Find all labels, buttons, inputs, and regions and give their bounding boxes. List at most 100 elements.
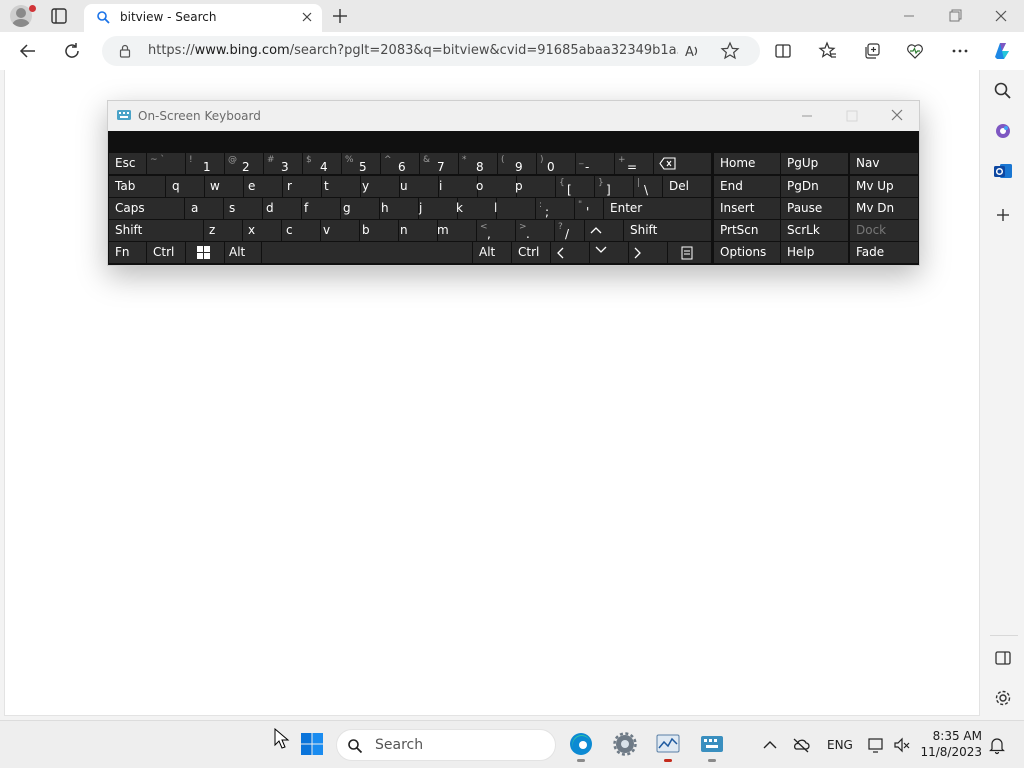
key-tab[interactable]: Tab: [109, 176, 165, 197]
key-g[interactable]: g: [341, 198, 379, 219]
key-arrow-left[interactable]: [551, 242, 589, 263]
close-window-icon[interactable]: [987, 4, 1015, 28]
key-bracket-right[interactable]: }]: [595, 176, 633, 197]
on-screen-keyboard-taskbar-icon[interactable]: [699, 731, 725, 757]
tab-bitview-search[interactable]: bitview - Search: [84, 4, 322, 32]
sidebar-settings-icon[interactable]: [992, 687, 1014, 709]
key-n[interactable]: n: [399, 220, 437, 241]
collections-icon[interactable]: [862, 41, 882, 61]
key-w[interactable]: w: [205, 176, 243, 197]
osk-close-icon[interactable]: [886, 106, 908, 126]
key-9[interactable]: (9: [498, 153, 536, 174]
key-k[interactable]: k: [456, 198, 496, 219]
tab-actions-icon[interactable]: [48, 6, 70, 26]
new-tab-icon[interactable]: [330, 6, 350, 26]
minimize-icon[interactable]: [896, 4, 924, 28]
key-v[interactable]: v: [321, 220, 359, 241]
key-m[interactable]: m: [437, 220, 476, 241]
key-space[interactable]: [262, 242, 472, 263]
key-5[interactable]: % 5: [342, 153, 380, 174]
key-mvup[interactable]: Mv Up: [850, 176, 918, 197]
key-y[interactable]: y: [361, 176, 399, 197]
key-end[interactable]: End: [714, 176, 780, 197]
key-pgdn[interactable]: PgDn: [781, 176, 848, 197]
key-d[interactable]: d: [263, 198, 301, 219]
key-caps[interactable]: Caps: [109, 198, 184, 219]
clock-date[interactable]: 11/8/2023: [918, 745, 982, 759]
key-fade[interactable]: Fade: [850, 242, 918, 263]
key-arrow-up[interactable]: [585, 220, 623, 241]
key-ctrl-right[interactable]: Ctrl: [512, 242, 550, 263]
key-0[interactable]: ) 0: [537, 153, 575, 174]
sidebar-search-icon[interactable]: [992, 80, 1014, 102]
key-t[interactable]: t: [322, 176, 360, 197]
sidebar-outlook-icon[interactable]: [992, 160, 1014, 182]
key-semicolon[interactable]: :;: [536, 198, 574, 219]
key-j[interactable]: j: [419, 198, 457, 219]
taskbar-search-box[interactable]: Search: [336, 729, 556, 761]
osk-minimize-icon[interactable]: [796, 106, 818, 126]
favorites-icon[interactable]: [818, 41, 838, 61]
key-4[interactable]: $4: [303, 153, 341, 174]
key-quote[interactable]: " ': [575, 198, 603, 219]
key-home[interactable]: Home: [714, 153, 780, 174]
key-1[interactable]: ! 1: [186, 153, 224, 174]
key-l[interactable]: l: [494, 198, 535, 219]
split-screen-icon[interactable]: [773, 41, 793, 61]
notifications-bell-icon[interactable]: [987, 735, 1007, 755]
key-options[interactable]: Options: [714, 242, 780, 263]
sidebar-copilot-icon[interactable]: [992, 120, 1014, 142]
clock-time[interactable]: 8:35 AM: [930, 729, 982, 743]
key-esc[interactable]: Esc: [109, 153, 146, 174]
key-a[interactable]: a: [185, 198, 223, 219]
address-bar[interactable]: https://www.bing.com/search?pglt=2083&q=…: [102, 36, 760, 66]
key-help[interactable]: Help: [781, 242, 848, 263]
tab-close-icon[interactable]: [300, 10, 314, 24]
copilot-icon[interactable]: [990, 39, 1014, 63]
key-x[interactable]: x: [243, 220, 281, 241]
key-backslash[interactable]: | \: [634, 176, 662, 197]
key-shift-left[interactable]: Shift: [109, 220, 203, 241]
key-fn[interactable]: Fn: [109, 242, 146, 263]
back-icon[interactable]: [18, 41, 38, 61]
key-menu[interactable]: [668, 242, 711, 263]
key-insert[interactable]: Insert: [714, 198, 780, 219]
key-r[interactable]: r: [283, 176, 321, 197]
key-scrlk[interactable]: ScrLk: [781, 220, 848, 241]
key-mvdn[interactable]: Mv Dn: [850, 198, 918, 219]
key-2[interactable]: @2: [225, 153, 263, 174]
key-prtscn[interactable]: PrtScn: [714, 220, 780, 241]
key-q[interactable]: q: [166, 176, 204, 197]
key-8[interactable]: * 8: [459, 153, 497, 174]
key-b[interactable]: b: [360, 220, 398, 241]
osk-titlebar[interactable]: On-Screen Keyboard: [108, 101, 919, 131]
key-nav[interactable]: Nav: [850, 153, 918, 174]
edge-browser-icon[interactable]: [568, 731, 594, 757]
key-backspace[interactable]: [654, 153, 711, 174]
key-7[interactable]: & 7: [420, 153, 458, 174]
restore-icon[interactable]: [941, 4, 969, 28]
key-pgup[interactable]: PgUp: [781, 153, 848, 174]
onedrive-offline-icon[interactable]: [791, 735, 811, 755]
key-slash[interactable]: ? /: [555, 220, 584, 241]
input-language-indicator[interactable]: ENG: [827, 738, 853, 752]
refresh-icon[interactable]: [62, 41, 82, 61]
settings-gear-icon[interactable]: [612, 731, 638, 757]
key-h[interactable]: h: [380, 198, 418, 219]
key-arrow-down[interactable]: [590, 242, 628, 263]
key-u[interactable]: u: [400, 176, 438, 197]
key-del[interactable]: Del: [663, 176, 711, 197]
key-3[interactable]: #3: [264, 153, 302, 174]
key-minus[interactable]: _ -: [576, 153, 614, 174]
volume-muted-icon[interactable]: [892, 735, 912, 755]
key-ctrl-left[interactable]: Ctrl: [147, 242, 185, 263]
sidebar-add-icon[interactable]: [992, 204, 1014, 226]
network-status-icon[interactable]: [866, 735, 886, 755]
key-c[interactable]: c: [282, 220, 320, 241]
more-options-icon[interactable]: [950, 41, 970, 61]
key-bracket-left[interactable]: {[: [556, 176, 594, 197]
url-text[interactable]: https://www.bing.com/search?pglt=2083&q=…: [148, 43, 678, 58]
key-period[interactable]: >.: [516, 220, 554, 241]
key-e[interactable]: e: [244, 176, 282, 197]
key-alt-left[interactable]: Alt: [225, 242, 261, 263]
